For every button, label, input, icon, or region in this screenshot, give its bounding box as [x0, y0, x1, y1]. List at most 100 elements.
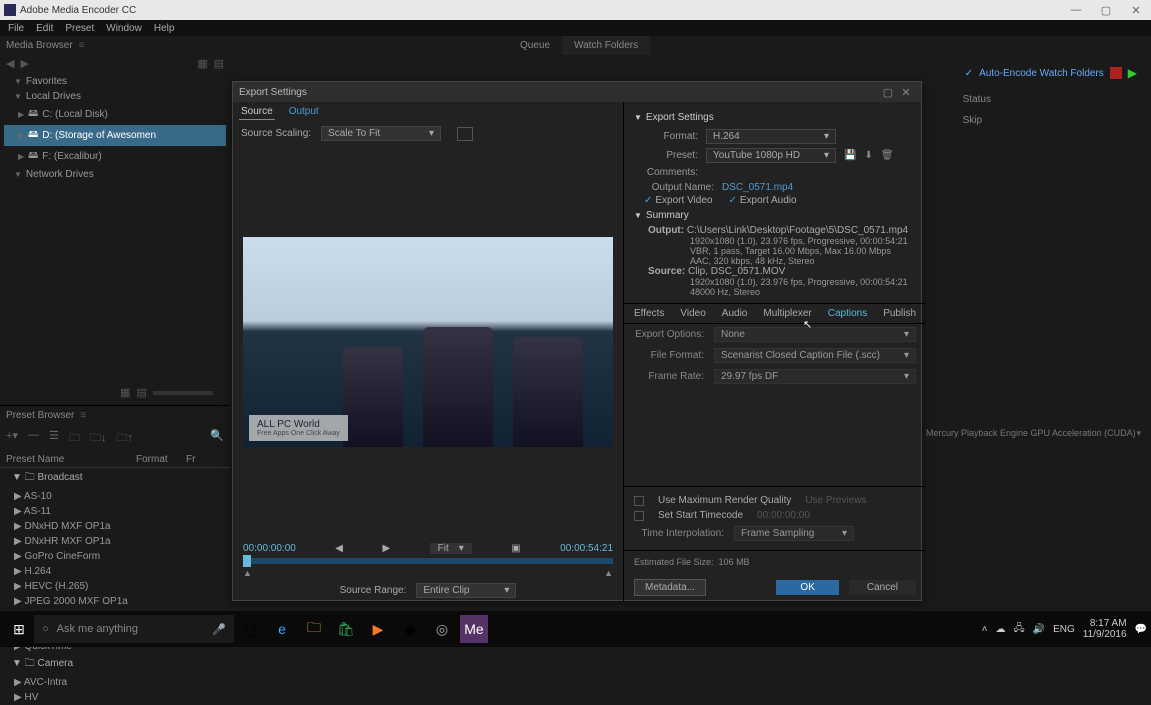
- thumb-small-icon[interactable]: ▦: [120, 386, 130, 399]
- obs-icon[interactable]: ◎: [428, 615, 456, 643]
- media-encoder-icon[interactable]: Me: [460, 615, 488, 643]
- delete-preset-icon[interactable]: —: [28, 429, 39, 448]
- tray-volume-icon[interactable]: 🔊: [1033, 624, 1045, 635]
- close-button[interactable]: ✕: [1121, 4, 1151, 17]
- search-icon[interactable]: 🔍: [210, 429, 224, 448]
- tray-clock[interactable]: 8:17 AM 11/9/2016: [1083, 618, 1127, 640]
- use-max-quality-checkbox[interactable]: [634, 496, 644, 506]
- drive-f[interactable]: ▶ 🖴 F: (Excalibur): [4, 146, 226, 167]
- preset-item[interactable]: ▶ GoPro CineForm: [8, 549, 230, 564]
- group-camera[interactable]: ▼ 🗀 Camera: [8, 654, 230, 675]
- back-icon[interactable]: ◀: [6, 57, 14, 70]
- save-preset-icon[interactable]: 💾: [844, 150, 856, 161]
- time-interp-dropdown[interactable]: Frame Sampling▾: [734, 526, 854, 541]
- panel-menu-icon[interactable]: ≡: [80, 410, 86, 421]
- view-list-icon[interactable]: ▦: [197, 57, 207, 70]
- import-preset-icon[interactable]: ⬇: [864, 150, 872, 161]
- tab-source[interactable]: Source: [239, 104, 275, 120]
- tab-effects[interactable]: Effects: [634, 308, 664, 319]
- add-preset-icon[interactable]: +▾: [6, 429, 18, 448]
- tab-audio[interactable]: Audio: [722, 308, 748, 319]
- store-icon[interactable]: 🛍: [332, 615, 360, 643]
- edge-icon[interactable]: e: [268, 615, 296, 643]
- auto-encode-checkbox[interactable]: ✓: [965, 68, 973, 79]
- preset-dropdown[interactable]: YouTube 1080p HD▾: [706, 148, 836, 163]
- local-drives-node[interactable]: ▼Local Drives: [4, 89, 226, 104]
- ok-button[interactable]: OK: [776, 580, 838, 595]
- preset-item[interactable]: ▶ DNxHR MXF OP1a: [8, 534, 230, 549]
- menu-window[interactable]: Window: [106, 23, 142, 34]
- source-scaling-dropdown[interactable]: Scale To Fit▾: [321, 126, 441, 141]
- export-options-dropdown[interactable]: None▾: [714, 327, 916, 342]
- dialog-close[interactable]: ✕: [897, 86, 915, 99]
- next-frame-icon[interactable]: ▶: [382, 543, 390, 554]
- tab-publish[interactable]: Publish: [883, 308, 916, 319]
- prev-frame-icon[interactable]: ◀: [335, 543, 343, 554]
- group-broadcast[interactable]: ▼ 🗀 Broadcast: [8, 468, 230, 489]
- tab-video[interactable]: Video: [680, 308, 705, 319]
- forward-icon[interactable]: ▶: [20, 57, 28, 70]
- menu-edit[interactable]: Edit: [36, 23, 53, 34]
- preset-item[interactable]: ▶ HV: [8, 690, 230, 705]
- preset-item[interactable]: ▶ AS-11: [8, 504, 230, 519]
- tray-up-icon[interactable]: ˄: [982, 624, 988, 635]
- col-format[interactable]: Format: [136, 454, 186, 465]
- maximize-button[interactable]: ▢: [1091, 4, 1121, 17]
- output-name-link[interactable]: DSC_0571.mp4: [722, 182, 793, 193]
- out-point-icon[interactable]: ▲: [604, 568, 613, 578]
- col-preset-name[interactable]: Preset Name: [6, 454, 136, 465]
- preset-item[interactable]: ▶ AS-10: [8, 489, 230, 504]
- dialog-maximize[interactable]: ▢: [879, 86, 897, 99]
- col-fr[interactable]: Fr: [186, 454, 195, 465]
- panel-menu-icon[interactable]: ≡: [79, 40, 85, 51]
- source-range-dropdown[interactable]: Entire Clip▾: [416, 583, 516, 598]
- preset-item[interactable]: ▶ DNxHD MXF OP1a: [8, 519, 230, 534]
- play-button[interactable]: ▶: [1128, 66, 1137, 80]
- new-folder-icon[interactable]: 🗀: [69, 429, 80, 448]
- task-view-icon[interactable]: ▢: [236, 615, 264, 643]
- view-thumb-icon[interactable]: ▤: [214, 57, 224, 70]
- preset-settings-icon[interactable]: ☰: [49, 429, 59, 448]
- export-preset-icon[interactable]: 🗀↑: [116, 429, 133, 448]
- menu-preset[interactable]: Preset: [65, 23, 94, 34]
- thumb-large-icon[interactable]: ▤: [136, 386, 146, 399]
- export-video-checkbox[interactable]: ✓: [644, 195, 652, 206]
- set-start-timecode-checkbox[interactable]: [634, 511, 644, 521]
- preset-item[interactable]: ▶ JPEG 2000 MXF OP1a: [8, 594, 230, 609]
- time-in[interactable]: 00:00:00:00: [243, 543, 296, 554]
- drive-c[interactable]: ▶ 🖴 C: (Local Disk): [4, 104, 226, 125]
- tray-network-icon[interactable]: 🖧: [1014, 621, 1025, 638]
- renderer-dropdown[interactable]: Mercury Playback Engine GPU Acceleration…: [926, 428, 1136, 438]
- metadata-button[interactable]: Metadata...: [634, 579, 706, 596]
- minimize-button[interactable]: —: [1061, 4, 1091, 16]
- file-explorer-icon[interactable]: 🗀: [300, 615, 328, 643]
- file-format-dropdown[interactable]: Scenarist Closed Caption File (.scc)▾: [714, 348, 916, 363]
- search-box[interactable]: ○ Ask me anything 🎤: [34, 615, 234, 643]
- export-audio-checkbox[interactable]: ✓: [728, 195, 736, 206]
- tray-cloud-icon[interactable]: ☁: [996, 624, 1006, 635]
- preset-item[interactable]: ▶ H.264: [8, 564, 230, 579]
- playhead[interactable]: [243, 555, 251, 567]
- tab-captions[interactable]: Captions: [828, 308, 867, 319]
- delete-preset-icon[interactable]: 🗑: [881, 150, 894, 161]
- favorites-node[interactable]: ▼Favorites: [4, 74, 226, 89]
- stop-button[interactable]: [1110, 67, 1122, 79]
- thumb-slider[interactable]: [153, 391, 213, 395]
- in-point-icon[interactable]: ▲: [243, 568, 252, 578]
- preset-item[interactable]: ▶ AVC-Intra: [8, 675, 230, 690]
- import-preset-icon[interactable]: 🗀↓: [90, 429, 107, 448]
- tab-watch-folders[interactable]: Watch Folders: [562, 36, 650, 55]
- cancel-button[interactable]: Cancel: [849, 580, 916, 595]
- aspect-icon[interactable]: ▣: [511, 543, 520, 554]
- menu-file[interactable]: File: [8, 23, 24, 34]
- preset-item[interactable]: ▶ HEVC (H.265): [8, 579, 230, 594]
- fit-dropdown[interactable]: Fit▾: [430, 543, 472, 554]
- tray-notifications-icon[interactable]: 💬: [1135, 624, 1147, 635]
- movies-icon[interactable]: ▶: [364, 615, 392, 643]
- format-dropdown[interactable]: H.264▾: [706, 129, 836, 144]
- menu-help[interactable]: Help: [154, 23, 175, 34]
- network-drives-node[interactable]: ▼Network Drives: [4, 167, 226, 182]
- tab-queue[interactable]: Queue: [508, 36, 562, 55]
- start-button[interactable]: ⊞: [4, 621, 34, 638]
- mic-icon[interactable]: 🎤: [212, 623, 226, 636]
